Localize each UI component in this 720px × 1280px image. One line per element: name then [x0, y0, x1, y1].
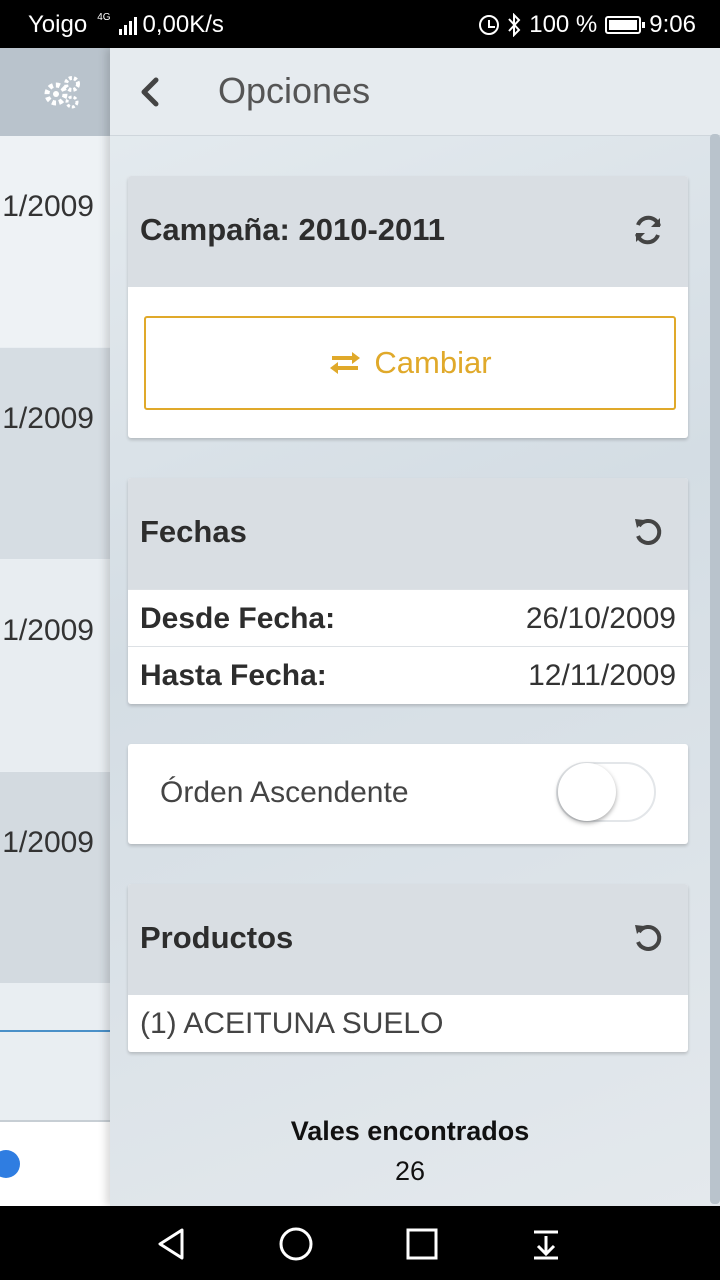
list-item-date: 1/2009 — [2, 190, 94, 223]
products-card: Productos (1) ACEITUNA SUELO — [128, 884, 688, 1052]
nav-back-icon[interactable] — [152, 1224, 192, 1264]
dates-card: Fechas Desde Fecha: 26/10/2009 Hasta Fec… — [128, 478, 688, 704]
reset-icon[interactable] — [632, 516, 664, 548]
list-item[interactable]: 1/2009 — [0, 136, 110, 347]
product-name: (1) ACEITUNA SUELO — [140, 1007, 444, 1040]
to-date-label: Hasta Fecha: — [140, 659, 327, 692]
swap-icon — [330, 352, 361, 374]
found-count: 26 — [394, 1156, 426, 1186]
page-title: Opciones — [218, 70, 371, 111]
dates-title: Fechas — [140, 514, 247, 549]
clock: 9:06 — [649, 11, 696, 38]
network-speed: 0,00K/s — [142, 11, 224, 38]
list-item[interactable]: (1) ACEITUNA SUELO — [128, 995, 688, 1051]
list-item-date: 1/2009 — [2, 402, 94, 435]
network-type: 4G — [97, 12, 111, 23]
status-bar: Yoigo 4G 0,00K/s 100 % 9:06 — [0, 0, 720, 48]
change-button-label: Cambiar — [374, 345, 492, 380]
ascending-order-label: Órden Ascendente — [160, 776, 409, 809]
list-item-date: 1/2009 — [2, 826, 94, 859]
bluetooth-icon — [508, 13, 521, 37]
check-badge-icon[interactable] — [0, 1150, 20, 1178]
from-date-value: 26/10/2009 — [525, 602, 676, 635]
back-icon[interactable] — [138, 74, 162, 110]
campaign-label: Campaña: 2010-2011 — [140, 212, 446, 247]
navigation-bar — [0, 1206, 720, 1280]
campaign-header: Campaña: 2010-2011 — [128, 176, 688, 287]
refresh-icon[interactable] — [632, 214, 664, 246]
alarm-icon — [479, 15, 500, 35]
to-date-row[interactable]: Hasta Fecha: 12/11/2009 — [128, 646, 688, 703]
toggle-knob — [558, 763, 616, 821]
drawer-header: Opciones — [110, 48, 720, 136]
background-header — [0, 48, 110, 136]
battery-percent: 100 % — [529, 11, 598, 38]
carrier-name: Yoigo — [28, 11, 88, 38]
from-date-label: Desde Fecha: — [140, 602, 336, 635]
reset-icon[interactable] — [632, 922, 664, 954]
from-date-row[interactable]: Desde Fecha: 26/10/2009 — [128, 589, 688, 646]
products-title: Productos — [140, 920, 294, 955]
settings-gears-icon[interactable] — [42, 74, 82, 110]
to-date-value: 12/11/2009 — [528, 659, 676, 692]
campaign-card: Campaña: 2010-2011 Cambiar — [128, 176, 688, 438]
list-item-date: 1/2009 — [2, 614, 94, 647]
nav-recents-icon[interactable] — [402, 1224, 442, 1264]
found-label: Vales encontrados — [290, 1116, 530, 1146]
dates-header: Fechas — [128, 478, 688, 589]
scrollbar[interactable] — [710, 134, 720, 1204]
nav-home-icon[interactable] — [276, 1224, 316, 1264]
list-item[interactable]: 1/2009 — [0, 772, 110, 983]
battery-icon — [605, 16, 646, 34]
products-header: Productos — [128, 884, 688, 995]
background-footer — [0, 1120, 110, 1206]
background-list: 1/2009 1/2009 1/2009 1/2009 — [0, 48, 110, 1206]
list-item[interactable]: 1/2009 — [0, 348, 110, 559]
divider-line — [0, 1030, 110, 1032]
order-card: Órden Ascendente — [128, 744, 688, 844]
ascending-order-toggle[interactable] — [556, 762, 656, 822]
options-drawer: Opciones Campaña: 2010-2011 Cambiar Fech… — [110, 48, 720, 1206]
status-right: 100 % 9:06 — [479, 11, 696, 39]
list-item[interactable]: 1/2009 — [0, 560, 110, 771]
nav-notifications-icon[interactable] — [526, 1224, 566, 1264]
change-campaign-button[interactable]: Cambiar — [144, 316, 676, 410]
signal-icon — [118, 15, 137, 35]
status-left: Yoigo 4G 0,00K/s — [28, 11, 224, 39]
